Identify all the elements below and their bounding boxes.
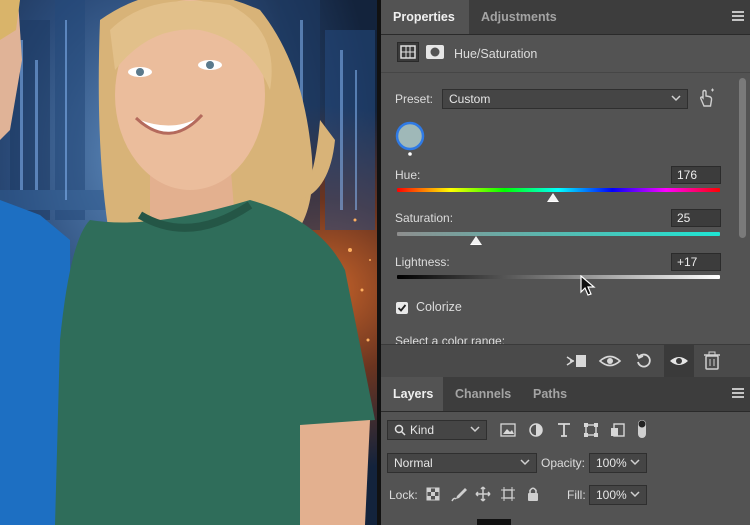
opacity-value: 100% — [596, 456, 627, 470]
lock-position-icon[interactable] — [475, 486, 491, 502]
reset-icon[interactable] — [634, 351, 654, 371]
layers-tab-bar: Layers Channels Paths — [381, 377, 750, 412]
chevron-down-icon — [671, 95, 681, 102]
tab-channels[interactable]: Channels — [443, 377, 521, 411]
preset-dropdown[interactable]: Custom — [442, 89, 688, 109]
opacity-label: Opacity: — [541, 456, 586, 470]
chevron-down-icon — [630, 459, 640, 466]
colorize-checkbox[interactable] — [396, 302, 408, 314]
lock-label: Lock: — [389, 488, 418, 502]
filter-type-layer-icon[interactable] — [556, 422, 572, 438]
lightness-label: Lightness: — [395, 255, 450, 269]
filter-adjustment-layer-icon[interactable] — [528, 422, 544, 438]
chevron-down-icon — [520, 459, 530, 466]
mouse-cursor-icon — [580, 275, 596, 296]
lock-all-icon[interactable] — [525, 486, 541, 502]
layer-mask-icon[interactable] — [425, 44, 445, 60]
properties-panel: Properties Adjustments Hue/Saturation Pr… — [381, 0, 750, 377]
visibility-eye-icon[interactable] — [669, 353, 689, 369]
trash-icon[interactable] — [703, 351, 721, 371]
fill-label: Fill: — [567, 488, 586, 502]
opacity-input[interactable]: 100% — [589, 453, 647, 473]
fill-value: 100% — [596, 488, 627, 502]
fill-input[interactable]: 100% — [589, 485, 647, 505]
properties-bottom-bar — [381, 344, 750, 377]
saturation-slider-thumb[interactable] — [470, 236, 482, 245]
properties-tab-bar: Properties Adjustments — [381, 0, 750, 35]
layer-thumbnail[interactable] — [477, 519, 511, 525]
hue-label: Hue: — [395, 168, 421, 182]
search-icon — [394, 424, 406, 436]
preset-label: Preset: — [395, 92, 434, 106]
tab-adjustments[interactable]: Adjustments — [469, 0, 569, 34]
filter-shape-layer-icon[interactable] — [583, 422, 599, 438]
lock-image-pixels-icon[interactable] — [451, 486, 467, 502]
filter-toggle-icon[interactable] — [636, 418, 648, 440]
color-swatch-eyedropper-icon[interactable] — [395, 121, 425, 157]
colorize-label: Colorize — [416, 300, 462, 314]
saturation-label: Saturation: — [395, 211, 454, 225]
chevron-down-icon — [630, 491, 640, 498]
panel-menu-icon[interactable] — [732, 11, 744, 21]
targeted-adjustment-hand-icon[interactable] — [695, 87, 717, 109]
preset-value: Custom — [449, 92, 491, 106]
lock-transparent-pixels-icon[interactable] — [425, 486, 441, 502]
blend-mode-dropdown[interactable]: Normal — [387, 453, 537, 473]
tab-layers[interactable]: Layers — [381, 377, 443, 411]
blend-mode-value: Normal — [394, 456, 433, 470]
filter-kind-value: Kind — [410, 423, 435, 437]
filter-pixel-layer-icon[interactable] — [500, 423, 516, 437]
clip-to-layer-icon[interactable] — [565, 352, 589, 370]
photo-image — [0, 0, 375, 525]
filter-smart-object-icon[interactable] — [610, 422, 626, 438]
saturation-slider-track[interactable] — [397, 232, 720, 236]
tab-properties[interactable]: Properties — [381, 0, 469, 34]
lock-artboard-icon[interactable] — [500, 486, 516, 502]
view-previous-icon[interactable] — [598, 352, 622, 370]
layers-panel-menu-icon[interactable] — [732, 388, 744, 398]
tab-paths[interactable]: Paths — [521, 377, 577, 411]
hue-slider-track[interactable] — [397, 188, 720, 192]
divider — [381, 72, 750, 73]
layers-panel: Layers Channels Paths Kind Normal Opacit… — [381, 377, 750, 525]
document-canvas[interactable] — [0, 0, 380, 525]
lightness-slider-track[interactable] — [397, 275, 720, 279]
adjustment-title: Hue/Saturation — [454, 47, 538, 61]
lightness-input[interactable]: +17 — [671, 253, 721, 271]
filter-kind-dropdown[interactable]: Kind — [387, 420, 487, 440]
hue-slider-thumb[interactable] — [547, 193, 559, 202]
adjustment-layer-icon[interactable] — [397, 42, 419, 62]
hue-input[interactable]: 176 — [671, 166, 721, 184]
chevron-down-icon — [470, 426, 480, 433]
saturation-input[interactable]: 25 — [671, 209, 721, 227]
properties-scrollbar[interactable] — [739, 78, 746, 238]
